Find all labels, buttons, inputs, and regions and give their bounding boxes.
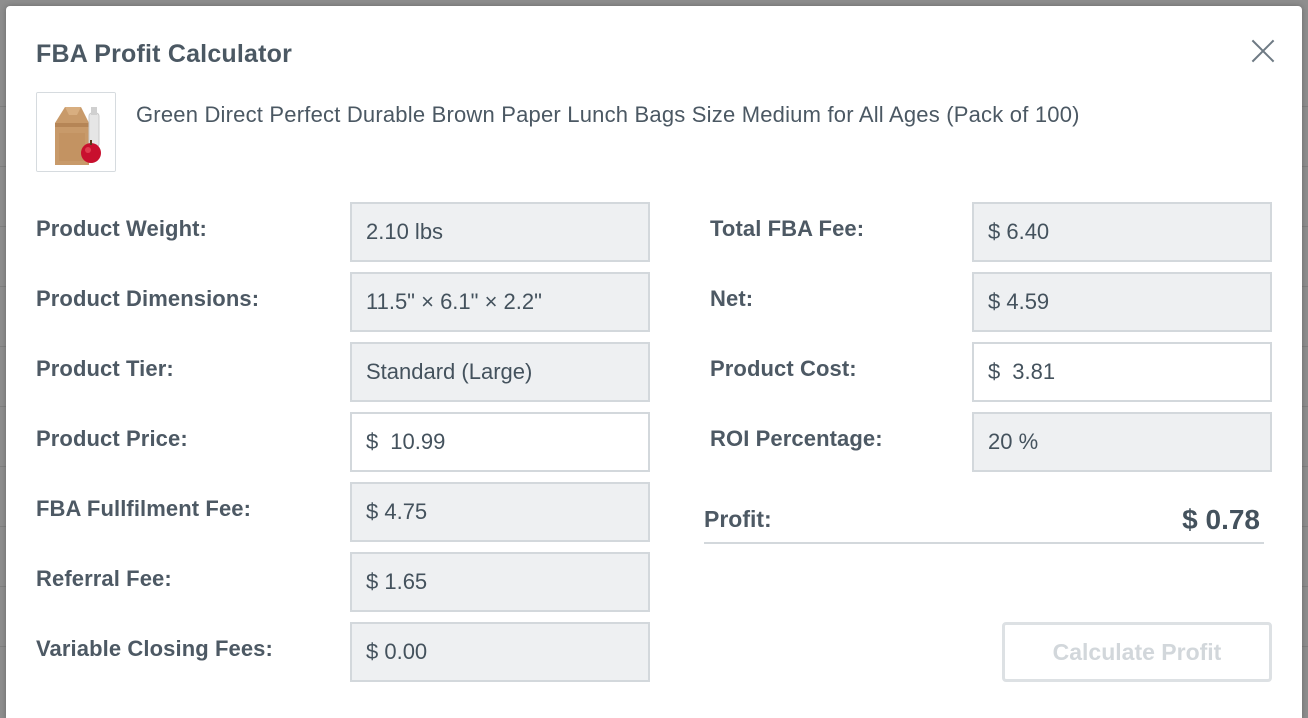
currency-symbol: $ <box>366 429 379 454</box>
product-title: Green Direct Perfect Durable Brown Paper… <box>136 102 1080 127</box>
product-price-input[interactable] <box>390 429 591 455</box>
variable-closing-fees-field: $ 0.00 <box>350 622 650 682</box>
profit-value: $ 0.78 <box>1182 504 1260 535</box>
net-field: $ 4.59 <box>972 272 1272 332</box>
net-value: $ 4.59 <box>988 289 1050 314</box>
roi-percentage-field: 20 % <box>972 412 1272 472</box>
total-fba-fee-value: $ 6.40 <box>988 219 1050 244</box>
currency-symbol: $ <box>988 359 1001 384</box>
variable-closing-fees-value: $ 0.00 <box>366 639 428 664</box>
product-price-label: Product Price: <box>36 426 188 451</box>
modal-title: FBA Profit Calculator <box>36 40 293 68</box>
close-icon[interactable] <box>1250 38 1276 64</box>
product-cost-field[interactable]: $ <box>972 342 1272 402</box>
calculate-profit-button[interactable]: Calculate Profit <box>1002 622 1272 682</box>
product-weight-label: Product Weight: <box>36 216 207 241</box>
product-weight-value: 2.10 lbs <box>366 219 444 244</box>
fba-fulfilment-fee-field: $ 4.75 <box>350 482 650 542</box>
product-dimensions-field: 11.5" × 6.1" × 2.2" <box>350 272 650 332</box>
referral-fee-field: $ 1.65 <box>350 552 650 612</box>
fba-fulfilment-fee-label: FBA Fullfilment Fee: <box>36 496 252 521</box>
referral-fee-label: Referral Fee: <box>36 566 172 591</box>
product-cost-input[interactable] <box>1012 359 1213 385</box>
product-dimensions-value: 11.5" × 6.1" × 2.2" <box>366 289 542 314</box>
referral-fee-value: $ 1.65 <box>366 569 428 594</box>
total-fba-fee-field: $ 6.40 <box>972 202 1272 262</box>
profit-label: Profit: <box>704 506 772 532</box>
product-tier-label: Product Tier: <box>36 356 174 381</box>
product-tier-field: Standard (Large) <box>350 342 650 402</box>
product-image <box>36 92 116 172</box>
profit-row: Profit: $ 0.78 <box>704 500 1264 544</box>
total-fba-fee-label: Total FBA Fee: <box>710 216 865 241</box>
product-dimensions-label: Product Dimensions: <box>36 286 260 311</box>
product-weight-field: 2.10 lbs <box>350 202 650 262</box>
product-cost-label: Product Cost: <box>710 356 857 381</box>
net-label: Net: <box>710 286 754 311</box>
variable-closing-fees-label: Variable Closing Fees: <box>36 636 273 661</box>
product-price-field[interactable]: $ <box>350 412 650 472</box>
fba-fulfilment-fee-value: $ 4.75 <box>366 499 428 524</box>
roi-percentage-label: ROI Percentage: <box>710 426 883 451</box>
roi-percentage-value: 20 % <box>988 429 1039 454</box>
product-tier-value: Standard (Large) <box>366 359 533 384</box>
fba-profit-calculator-modal: FBA Profit Calculator Green Direct Perfe… <box>6 6 1302 718</box>
